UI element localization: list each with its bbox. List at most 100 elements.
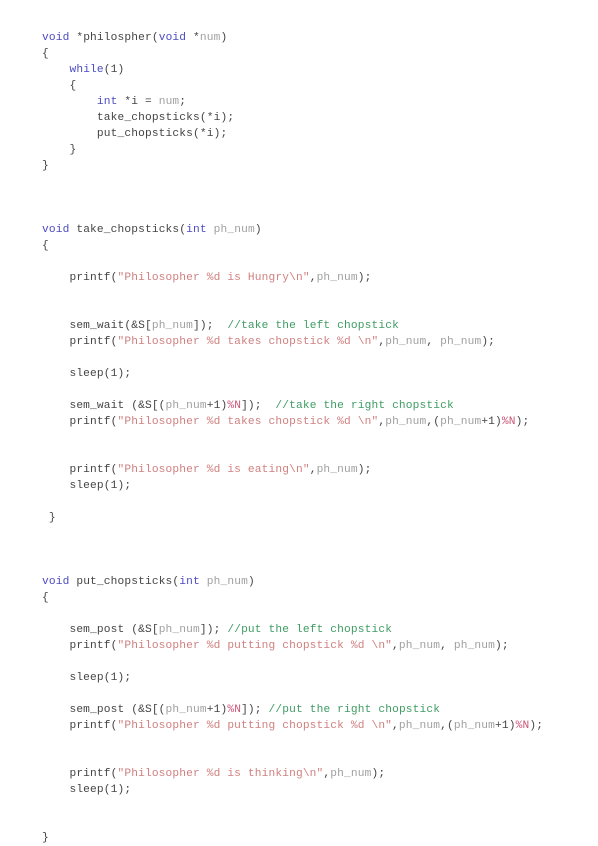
code-token-plain: );: [529, 720, 544, 732]
code-token-plain: );: [357, 464, 372, 476]
code-token-plain: }: [42, 832, 49, 844]
code-token-kw: int: [96, 96, 118, 108]
code-token-plain: +1): [495, 720, 516, 732]
code-token-plain: sleep(1);: [42, 672, 132, 684]
code-token-plain: printf(: [42, 768, 118, 780]
code-line: take_chopsticks(*i);: [42, 110, 543, 126]
code-line: sem_wait (&S[(ph_num+1)%N]); //take the …: [42, 398, 543, 414]
code-token-plain: ): [220, 32, 228, 44]
code-token-cmt: //put the left chopstick: [227, 624, 393, 636]
code-token-plain: ,: [323, 768, 331, 780]
code-token-plain: sleep(1);: [42, 784, 132, 796]
code-token-plain: ,: [426, 336, 441, 348]
code-token-plain: *philospher(: [69, 32, 159, 44]
code-token-plain: );: [481, 336, 496, 348]
code-line: }: [42, 142, 543, 158]
code-token-kw: while: [69, 64, 104, 76]
code-token-plain: {: [42, 592, 49, 604]
code-token-plain: put_chopsticks(*i);: [42, 128, 228, 140]
code-line: printf("Philosopher %d putting chopstick…: [42, 638, 543, 654]
code-line: while(1): [42, 62, 543, 78]
code-line: printf("Philosopher %d is thinking\n",ph…: [42, 766, 543, 782]
code-token-kw: int: [186, 224, 207, 236]
code-token-id: ph_num: [398, 640, 441, 652]
code-token-macro: %N: [227, 704, 242, 716]
code-token-plain: );: [515, 416, 530, 428]
code-token-plain: printf(: [42, 464, 118, 476]
code-token-plain: sem_wait (&S[(: [42, 400, 166, 412]
code-token-kw: void: [42, 32, 70, 44]
code-token-kw: void: [158, 32, 187, 44]
code-line: }: [42, 830, 543, 846]
code-token-plain: printf(: [42, 272, 118, 284]
code-token-str: "Philosopher %d is Hungry\n": [117, 272, 310, 284]
code-token-plain: take_chopsticks(*i);: [42, 112, 235, 124]
code-token-plain: (1): [103, 64, 125, 76]
code-token-plain: {: [42, 80, 77, 92]
code-token-plain: ,: [392, 720, 399, 732]
code-line: sleep(1);: [42, 670, 543, 686]
code-token-plain: ]);: [193, 320, 228, 332]
code-token-id: ph_num: [316, 272, 358, 284]
code-token-str: "Philosopher %d putting chopstick %d \n": [117, 640, 393, 652]
code-line: {: [42, 78, 543, 94]
code-token-id: ph_num: [385, 336, 427, 348]
code-token-plain: +1): [206, 704, 228, 716]
code-token-plain: ]);: [241, 704, 269, 716]
code-line: {: [42, 590, 543, 606]
code-token-plain: sem_post (&S[(: [42, 704, 166, 716]
code-token-id: ph_num: [453, 720, 496, 732]
code-line: printf("Philosopher %d putting chopstick…: [42, 718, 543, 734]
code-token-plain: ]);: [199, 624, 228, 636]
code-token-macro: %N: [227, 400, 242, 412]
code-token-plain: sem_post (&S[: [42, 624, 159, 636]
code-token-plain: }: [42, 144, 77, 156]
code-line: sleep(1);: [42, 782, 543, 798]
code-token-plain: ,: [309, 272, 317, 284]
code-line: void *philospher(void *num): [42, 30, 543, 46]
code-token-plain: +1): [481, 416, 502, 428]
code-token-plain: printf(: [42, 640, 118, 652]
code-token-plain: }: [42, 160, 49, 172]
code-token-plain: *i =: [117, 96, 159, 108]
code-token-id: ph_num: [151, 320, 194, 332]
code-token-kw: void: [42, 224, 70, 236]
code-token-plain: );: [357, 272, 372, 284]
code-token-plain: }: [42, 512, 56, 524]
code-token-plain: printf(: [42, 720, 118, 732]
code-token-id: ph_num: [440, 416, 482, 428]
code-token-plain: );: [495, 640, 509, 652]
code-line: {: [42, 46, 543, 62]
code-token-plain: );: [371, 768, 386, 780]
code-token-id: ph_num: [453, 640, 496, 652]
code-token-id: ph_num: [385, 416, 427, 428]
code-token-plain: ,: [309, 464, 317, 476]
code-token-cmt: //put the right chopstick: [268, 704, 441, 716]
code-token-id: ph_num: [330, 768, 372, 780]
code-token-plain: ,(: [426, 416, 441, 428]
code-token-str: "Philosopher %d putting chopstick %d \n": [117, 720, 393, 732]
code-token-id: ph_num: [398, 720, 441, 732]
code-token-cmt: //take the left chopstick: [227, 320, 399, 332]
code-token-plain: {: [42, 240, 49, 252]
code-token-plain: *: [186, 32, 200, 44]
code-token-macro: %N: [515, 720, 530, 732]
code-token-plain: ,(: [440, 720, 454, 732]
code-line: sleep(1);: [42, 366, 543, 382]
